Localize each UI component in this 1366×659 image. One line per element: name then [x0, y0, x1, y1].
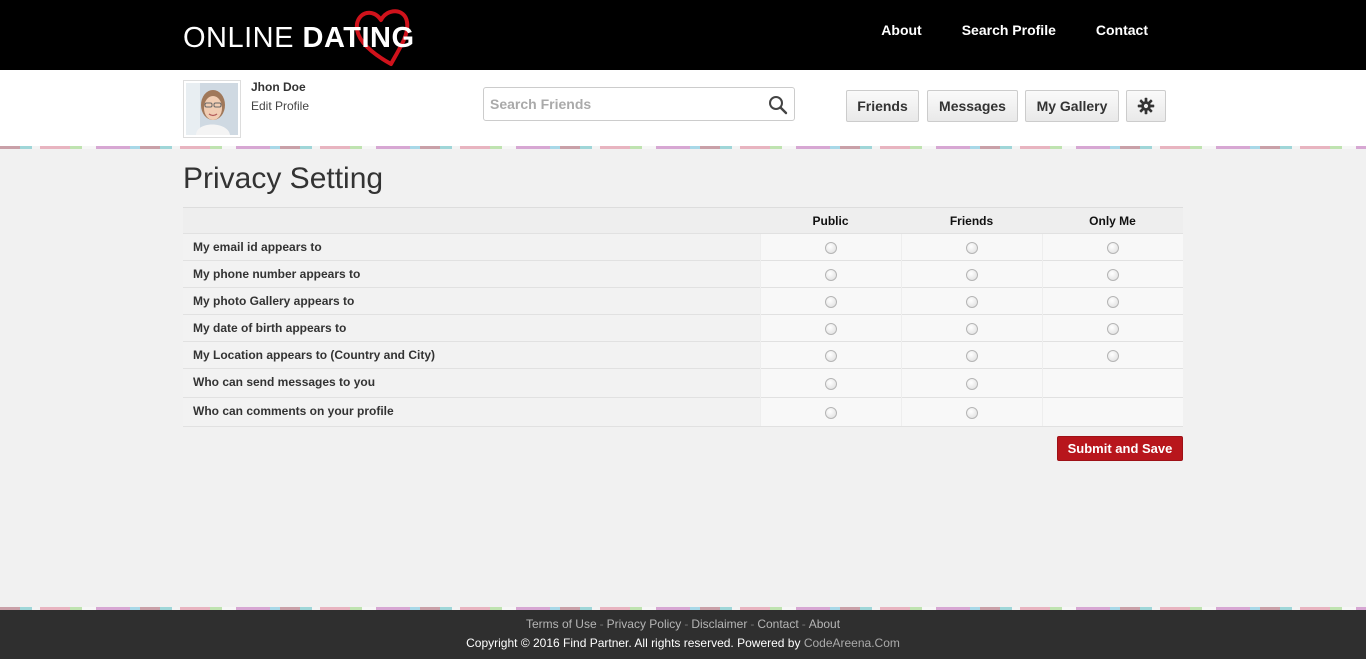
radio-messages-public[interactable]: [824, 378, 837, 391]
settings-button[interactable]: [1126, 90, 1166, 122]
radio-email-friends[interactable]: [965, 242, 978, 255]
header-friends: Friends: [901, 207, 1042, 234]
search-icon[interactable]: [768, 95, 788, 115]
empty-cell: [1041, 397, 1183, 427]
row-label-location: My Location appears to (Country and City…: [183, 341, 760, 369]
footer-link-terms[interactable]: Terms of Use: [526, 617, 597, 631]
site-logo[interactable]: ONLINE DATING: [183, 6, 423, 66]
footer-separator: -: [750, 617, 755, 631]
table-row: My photo Gallery appears to: [183, 287, 1183, 315]
radio-comments-public[interactable]: [824, 407, 837, 420]
radio-dob-friends[interactable]: [965, 323, 978, 336]
main-nav: About Search Profile Contact: [841, 21, 1148, 39]
radio-dob-public[interactable]: [824, 323, 837, 336]
table-row: My date of birth appears to: [183, 314, 1183, 342]
table-row: My phone number appears to: [183, 260, 1183, 288]
row-label-comments: Who can comments on your profile: [183, 397, 760, 427]
footer-separator: -: [599, 617, 604, 631]
logo-text-bold: DATING: [302, 22, 415, 54]
powered-by-link[interactable]: CodeAreena.Com: [804, 636, 900, 650]
nav-search-profile[interactable]: Search Profile: [962, 21, 1056, 39]
radio-location-friends[interactable]: [965, 350, 978, 363]
empty-cell: [1041, 368, 1183, 398]
radio-gallery-public[interactable]: [824, 296, 837, 309]
footer-link-disclaimer[interactable]: Disclaimer: [691, 617, 747, 631]
radio-email-only-me[interactable]: [1106, 242, 1119, 255]
messages-button[interactable]: Messages: [927, 90, 1018, 122]
header-only-me: Only Me: [1042, 207, 1183, 234]
radio-comments-friends[interactable]: [965, 407, 978, 420]
edit-profile-link[interactable]: Edit Profile: [251, 99, 309, 113]
radio-gallery-only-me[interactable]: [1106, 296, 1119, 309]
radio-phone-friends[interactable]: [965, 269, 978, 282]
nav-contact[interactable]: Contact: [1096, 21, 1148, 39]
row-label-email: My email id appears to: [183, 233, 760, 261]
table-row: Who can comments on your profile: [183, 397, 1183, 427]
row-label-dob: My date of birth appears to: [183, 314, 760, 342]
avatar-image: [186, 83, 238, 135]
footer-link-contact[interactable]: Contact: [757, 617, 798, 631]
row-label-phone: My phone number appears to: [183, 260, 760, 288]
radio-location-only-me[interactable]: [1106, 350, 1119, 363]
table-row: My Location appears to (Country and City…: [183, 341, 1183, 369]
row-label-messages: Who can send messages to you: [183, 368, 760, 398]
my-gallery-button[interactable]: My Gallery: [1025, 90, 1119, 122]
header-setting: [183, 207, 760, 234]
footer-link-about[interactable]: About: [809, 617, 840, 631]
footer-links: Terms of Use - Privacy Policy - Disclaimer - C…: [0, 617, 1366, 631]
privacy-settings-table: Public Friends Only Me My email id appea…: [183, 207, 1183, 427]
avatar[interactable]: [183, 80, 241, 138]
header-public: Public: [760, 207, 901, 234]
radio-gallery-friends[interactable]: [965, 296, 978, 309]
radio-phone-public[interactable]: [824, 269, 837, 282]
table-header-row: Public Friends Only Me: [183, 207, 1183, 234]
row-label-gallery: My photo Gallery appears to: [183, 287, 760, 315]
radio-dob-only-me[interactable]: [1106, 323, 1119, 336]
radio-email-public[interactable]: [824, 242, 837, 255]
top-navbar: ONLINE DATING About Search Profile Conta…: [0, 0, 1366, 70]
decorative-stripe-top: [0, 146, 1366, 149]
user-name: Jhon Doe: [251, 80, 306, 94]
radio-phone-only-me[interactable]: [1106, 269, 1119, 282]
footer-link-privacy[interactable]: Privacy Policy: [607, 617, 682, 631]
search-box: [483, 87, 795, 121]
radio-messages-friends[interactable]: [965, 378, 978, 391]
footer-separator: -: [801, 617, 806, 631]
gear-icon: [1137, 97, 1155, 115]
logo-text-thin: ONLINE: [183, 22, 294, 54]
radio-location-public[interactable]: [824, 350, 837, 363]
footer-separator: -: [684, 617, 689, 631]
page-title: Privacy Setting: [183, 162, 384, 195]
table-row: Who can send messages to you: [183, 368, 1183, 398]
nav-about[interactable]: About: [881, 21, 921, 39]
table-row: My email id appears to: [183, 233, 1183, 261]
copyright-text: Copyright © 2016 Find Partner. All right…: [466, 636, 801, 650]
submit-and-save-button[interactable]: Submit and Save: [1057, 436, 1183, 461]
copyright: Copyright © 2016 Find Partner. All right…: [0, 636, 1366, 650]
logo-text: ONLINE DATING: [183, 23, 415, 53]
friends-button[interactable]: Friends: [846, 90, 919, 122]
search-friends-input[interactable]: [484, 88, 764, 120]
